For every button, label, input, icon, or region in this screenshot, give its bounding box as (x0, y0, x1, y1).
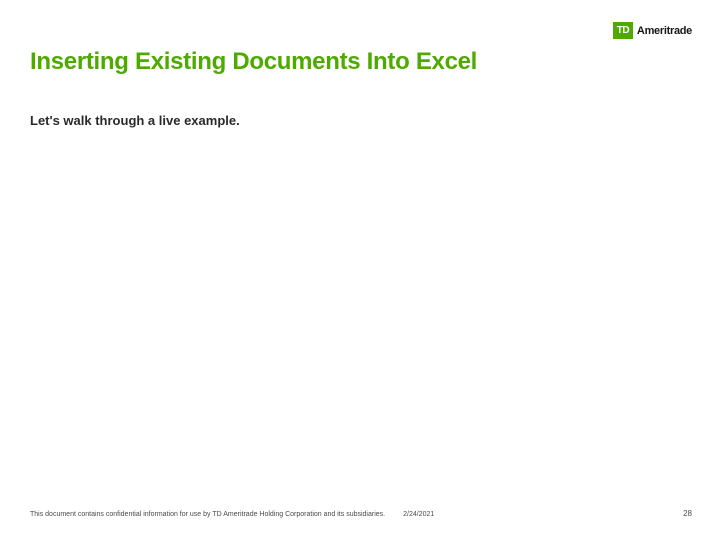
page-number: 28 (683, 509, 692, 518)
slide-footer: This document contains confidential info… (30, 509, 692, 518)
brand-name: Ameritrade (637, 25, 692, 37)
confidentiality-notice: This document contains confidential info… (30, 511, 385, 518)
page-title: Inserting Existing Documents Into Excel (30, 48, 477, 76)
footer-date: 2/24/2021 (403, 511, 434, 518)
brand-logo: TD Ameritrade (613, 22, 692, 39)
td-logo-text: TD (617, 25, 629, 36)
body-paragraph: Let's walk through a live example. (30, 113, 240, 128)
td-logo-icon: TD (613, 22, 633, 39)
footer-left-group: This document contains confidential info… (30, 511, 434, 518)
